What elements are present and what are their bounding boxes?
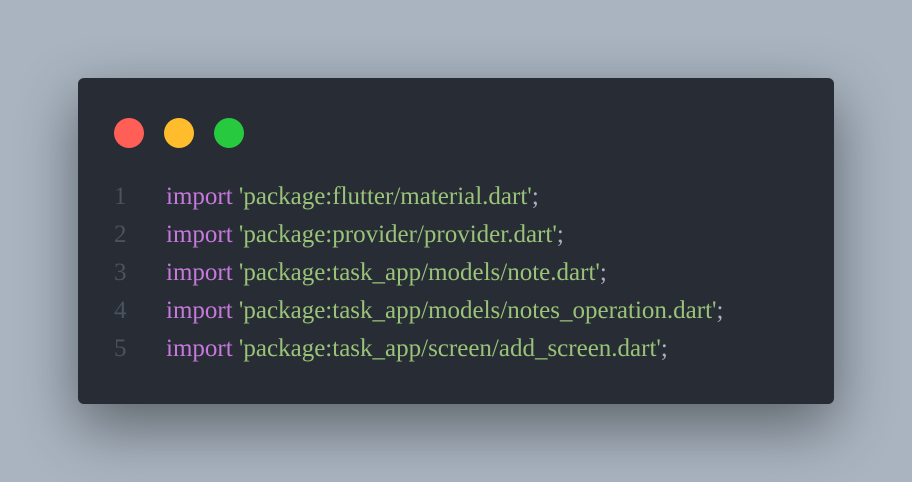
- keyword: import: [166, 297, 233, 324]
- string-literal: 'package:task_app/models/notes_operation…: [238, 297, 717, 324]
- code-area: 1 import 'package:flutter/material.dart'…: [78, 178, 834, 368]
- code-window: 1 import 'package:flutter/material.dart'…: [78, 78, 834, 404]
- string-literal: 'package:provider/provider.dart': [238, 221, 557, 248]
- maximize-dot-icon[interactable]: [214, 118, 244, 148]
- code-text: import 'package:provider/provider.dart';: [166, 216, 564, 254]
- keyword: import: [166, 259, 233, 286]
- minimize-dot-icon[interactable]: [164, 118, 194, 148]
- keyword: import: [166, 221, 233, 248]
- line-number: 5: [114, 335, 127, 362]
- code-line: 3 import 'package:task_app/models/note.d…: [78, 254, 834, 292]
- keyword: import: [166, 183, 233, 210]
- code-line: 1 import 'package:flutter/material.dart'…: [78, 178, 834, 216]
- string-literal: 'package:task_app/models/note.dart': [238, 259, 600, 286]
- code-line: 4 import 'package:task_app/models/notes_…: [78, 292, 834, 330]
- semicolon: ;: [716, 297, 724, 324]
- line-number: 2: [114, 221, 127, 248]
- semicolon: ;: [531, 183, 539, 210]
- string-literal: 'package:task_app/screen/add_screen.dart…: [238, 335, 661, 362]
- string-literal: 'package:flutter/material.dart': [238, 183, 532, 210]
- keyword: import: [166, 335, 233, 362]
- semicolon: ;: [660, 335, 668, 362]
- close-dot-icon[interactable]: [114, 118, 144, 148]
- code-line: 2 import 'package:provider/provider.dart…: [78, 216, 834, 254]
- window-controls: [114, 118, 244, 148]
- semicolon: ;: [599, 259, 607, 286]
- code-text: import 'package:task_app/models/notes_op…: [166, 292, 724, 330]
- line-number: 3: [114, 259, 127, 286]
- code-line: 5 import 'package:task_app/screen/add_sc…: [78, 330, 834, 368]
- code-text: import 'package:flutter/material.dart';: [166, 178, 539, 216]
- code-text: import 'package:task_app/screen/add_scre…: [166, 330, 668, 368]
- line-number: 4: [114, 297, 127, 324]
- semicolon: ;: [556, 221, 564, 248]
- line-number: 1: [114, 183, 127, 210]
- code-text: import 'package:task_app/models/note.dar…: [166, 254, 607, 292]
